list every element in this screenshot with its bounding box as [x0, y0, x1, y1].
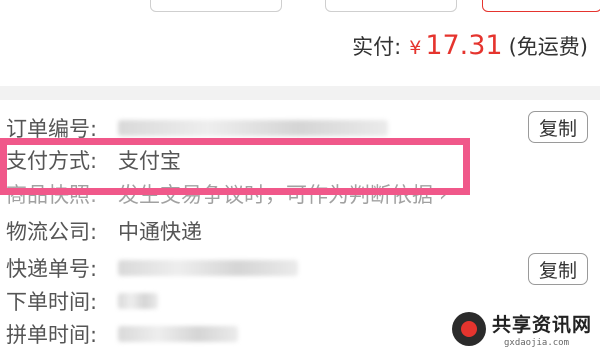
group-time-value-blurred [118, 326, 238, 342]
order-time-value-blurred [118, 293, 158, 309]
tracking-number-value-blurred [118, 260, 298, 276]
watermark: 共享资讯网 gxdaojia.com [452, 308, 600, 353]
group-time-label: 拼单时间: [6, 323, 98, 347]
tracking-number-row: 快递单号: [6, 253, 298, 283]
watermark-logo-icon [452, 312, 486, 346]
shipping-note: (免运费) [508, 35, 588, 59]
group-time-row: 拼单时间: [6, 319, 238, 349]
payment-amount: 17.31 [425, 30, 503, 61]
watermark-title: 共享资讯网 [492, 314, 593, 336]
order-time-row: 下单时间: [6, 286, 158, 316]
order-number-value-blurred [118, 120, 388, 136]
top-action-button-3[interactable] [482, 0, 600, 12]
logistics-company-row: 物流公司: 中通快递 [6, 216, 202, 246]
logistics-company-label: 物流公司: [6, 220, 98, 244]
logistics-company-value: 中通快递 [118, 220, 202, 244]
payment-label: 实付: [352, 35, 402, 59]
payment-currency: ¥ [409, 37, 422, 59]
highlight-box [0, 138, 470, 195]
payment-summary: 实付: ¥ 17.31 (免运费) [352, 30, 588, 61]
order-time-label: 下单时间: [6, 290, 98, 314]
copy-order-number-button[interactable]: 复制 [528, 111, 588, 143]
tracking-number-label: 快递单号: [6, 257, 98, 281]
top-action-button-1[interactable] [150, 0, 282, 12]
watermark-subtitle: gxdaojia.com [504, 338, 570, 348]
copy-tracking-number-button[interactable]: 复制 [528, 253, 588, 285]
section-divider [0, 86, 600, 100]
top-action-button-2[interactable] [325, 0, 457, 12]
